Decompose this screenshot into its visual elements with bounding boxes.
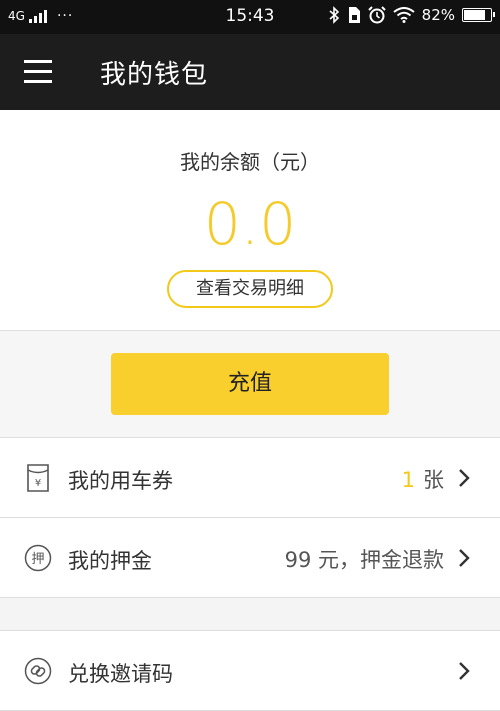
page-title: 我的钱包 bbox=[100, 60, 209, 90]
app-bar: 我的钱包 bbox=[0, 34, 500, 110]
deposit-value: 99 元，押金退款 bbox=[284, 548, 444, 572]
recharge-button[interactable]: 充值 bbox=[111, 353, 389, 415]
battery-percent: 82% bbox=[421, 6, 455, 24]
status-right: 82% bbox=[328, 6, 495, 24]
chevron-right-icon bbox=[459, 469, 470, 487]
balance-card: 我的余额（元） 0.0 查看交易明细 bbox=[0, 110, 500, 331]
list-item-coupon[interactable]: ¥ 我的用车券 1张 bbox=[0, 438, 500, 518]
deposit-label: 我的押金 bbox=[68, 549, 152, 573]
battery-charging-icon bbox=[462, 8, 495, 22]
list-item-deposit[interactable]: 押 我的押金 99 元，押金退款 bbox=[0, 518, 500, 598]
recharge-section: 充值 bbox=[0, 331, 500, 438]
coupon-icon: ¥ bbox=[27, 464, 49, 492]
svg-text:¥: ¥ bbox=[35, 478, 41, 489]
coupon-unit: 张 bbox=[423, 468, 444, 492]
coupon-count: 1 bbox=[401, 468, 415, 492]
hamburger-menu-icon[interactable] bbox=[24, 60, 52, 84]
transaction-detail-button[interactable]: 查看交易明细 bbox=[167, 270, 333, 308]
sim-lock-icon bbox=[348, 7, 360, 23]
link-icon bbox=[24, 657, 52, 685]
balance-amount: 0.0 bbox=[203, 190, 297, 258]
balance-label: 我的余额（元） bbox=[180, 150, 320, 174]
list-item-invite-code[interactable]: 兑换邀请码 bbox=[0, 631, 500, 711]
svg-text:押: 押 bbox=[31, 552, 44, 567]
coupon-label: 我的用车券 bbox=[68, 469, 173, 493]
chevron-right-icon bbox=[459, 662, 470, 680]
alarm-icon bbox=[367, 6, 386, 24]
deposit-icon: 押 bbox=[24, 544, 52, 572]
wifi-icon bbox=[393, 7, 415, 23]
section-divider bbox=[0, 598, 500, 631]
chevron-right-icon bbox=[459, 549, 470, 567]
status-bar: 4G ··· 15:43 82% bbox=[0, 0, 500, 34]
invite-label: 兑换邀请码 bbox=[68, 662, 173, 686]
bluetooth-icon bbox=[329, 6, 339, 24]
coupon-value: 1张 bbox=[402, 464, 444, 494]
